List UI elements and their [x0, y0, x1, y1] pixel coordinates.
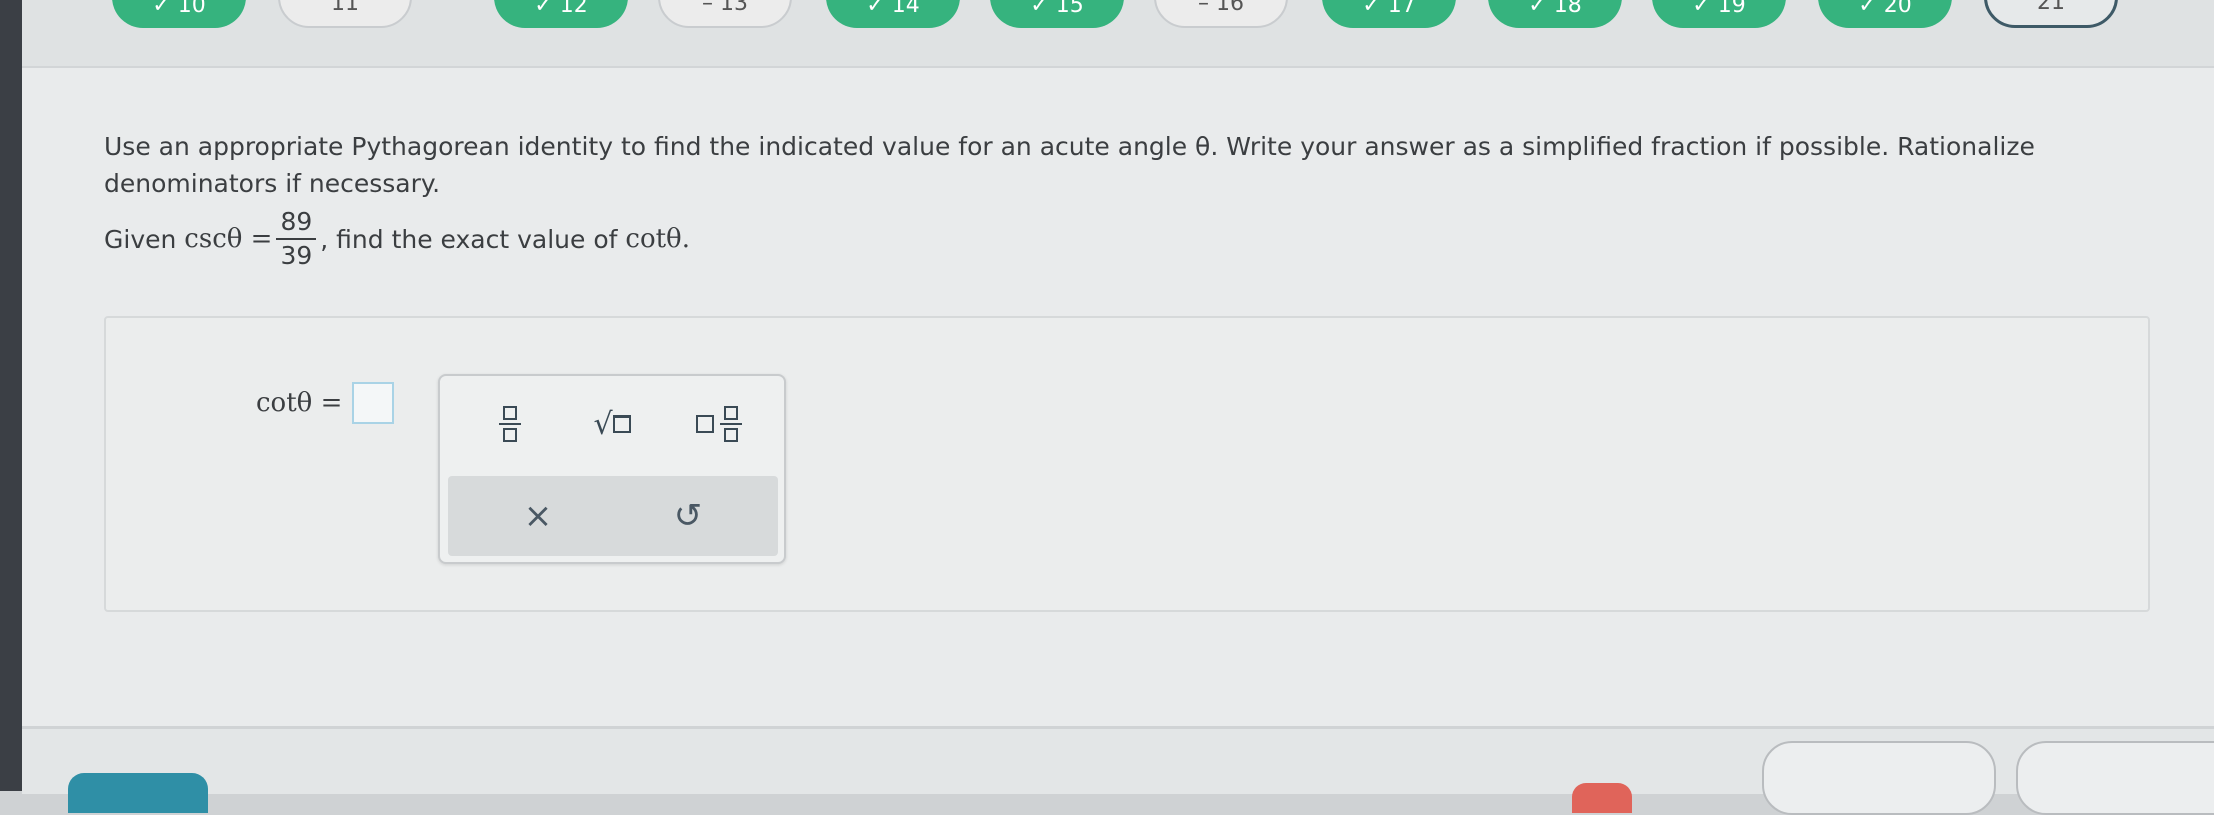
- question-pill-17[interactable]: ✓ 17: [1322, 0, 1456, 28]
- given-fraction: 89 39: [276, 206, 317, 272]
- save-for-later-button[interactable]: [1762, 741, 1996, 815]
- square-root-button[interactable]: √: [582, 396, 642, 452]
- answer-row: cotθ =: [256, 382, 395, 424]
- window-edge: [0, 0, 22, 791]
- check-icon: ✓: [866, 0, 892, 18]
- given-prefix: Given: [104, 224, 177, 254]
- close-icon: ×: [523, 496, 553, 536]
- question-pill-14[interactable]: ✓ 14: [826, 0, 960, 28]
- check-icon: ✓: [1858, 0, 1884, 18]
- check-icon: ✓: [1030, 0, 1056, 18]
- check-icon: ✓: [1528, 0, 1554, 18]
- question-navigation: ✓ 10 11 ✓ 12 – 13 ✓ 14 ✓ 15 – 16 ✓ 17 ✓ …: [22, 0, 2214, 68]
- question-pill-15[interactable]: ✓ 15: [990, 0, 1124, 28]
- check-icon: ✓: [1362, 0, 1388, 18]
- question-pill-13[interactable]: – 13: [658, 0, 792, 28]
- undo-icon: ↺: [673, 496, 703, 536]
- question-pill-18[interactable]: ✓ 18: [1488, 0, 1622, 28]
- bottom-action-bar: [22, 726, 2214, 815]
- question-content: Use an appropriate Pythagorean identity …: [104, 128, 2144, 202]
- bottom-left-button[interactable]: [68, 773, 208, 813]
- fraction-denominator: 39: [280, 241, 313, 270]
- question-pill-11[interactable]: 11: [278, 0, 412, 28]
- assignment-page: ✓ 10 11 ✓ 12 – 13 ✓ 14 ✓ 15 – 16 ✓ 17 ✓ …: [22, 0, 2214, 815]
- question-pill-20[interactable]: ✓ 20: [1818, 0, 1952, 28]
- given-function: cscθ =: [184, 224, 273, 254]
- bottom-alert-badge: [1572, 783, 1632, 813]
- mixed-number-icon: [696, 406, 742, 442]
- dash-icon: –: [702, 0, 720, 16]
- check-icon: ✓: [152, 0, 178, 18]
- question-pill-19[interactable]: ✓ 19: [1652, 0, 1786, 28]
- undo-button[interactable]: ↺: [658, 492, 718, 540]
- question-pill-10[interactable]: ✓ 10: [112, 0, 246, 28]
- square-root-icon: √: [593, 407, 631, 442]
- question-prompt: Use an appropriate Pythagorean identity …: [104, 132, 2035, 198]
- answer-area: cotθ = √ × ↺: [104, 316, 2150, 612]
- fraction-icon: [499, 406, 521, 442]
- fraction-numerator: 89: [276, 206, 317, 240]
- answer-input[interactable]: [352, 382, 395, 424]
- given-suffix: , find the exact value of: [320, 224, 618, 254]
- math-palette: √ × ↺: [438, 374, 786, 564]
- submit-assignment-button[interactable]: [2016, 741, 2214, 815]
- question-pill-21-current[interactable]: 21: [1984, 0, 2118, 28]
- question-pill-12[interactable]: ✓ 12: [494, 0, 628, 28]
- palette-actions: × ↺: [448, 476, 778, 556]
- question-pill-16[interactable]: – 16: [1154, 0, 1288, 28]
- fraction-button[interactable]: [480, 396, 540, 452]
- clear-button[interactable]: ×: [508, 492, 568, 540]
- dash-icon: –: [1198, 0, 1216, 16]
- answer-label: cotθ =: [256, 388, 343, 418]
- check-icon: ✓: [1692, 0, 1718, 18]
- check-icon: ✓: [534, 0, 560, 18]
- target-function: cotθ.: [625, 224, 690, 254]
- mixed-number-button[interactable]: [684, 396, 754, 452]
- given-statement: Given cscθ = 89 39 , find the exact valu…: [104, 206, 690, 272]
